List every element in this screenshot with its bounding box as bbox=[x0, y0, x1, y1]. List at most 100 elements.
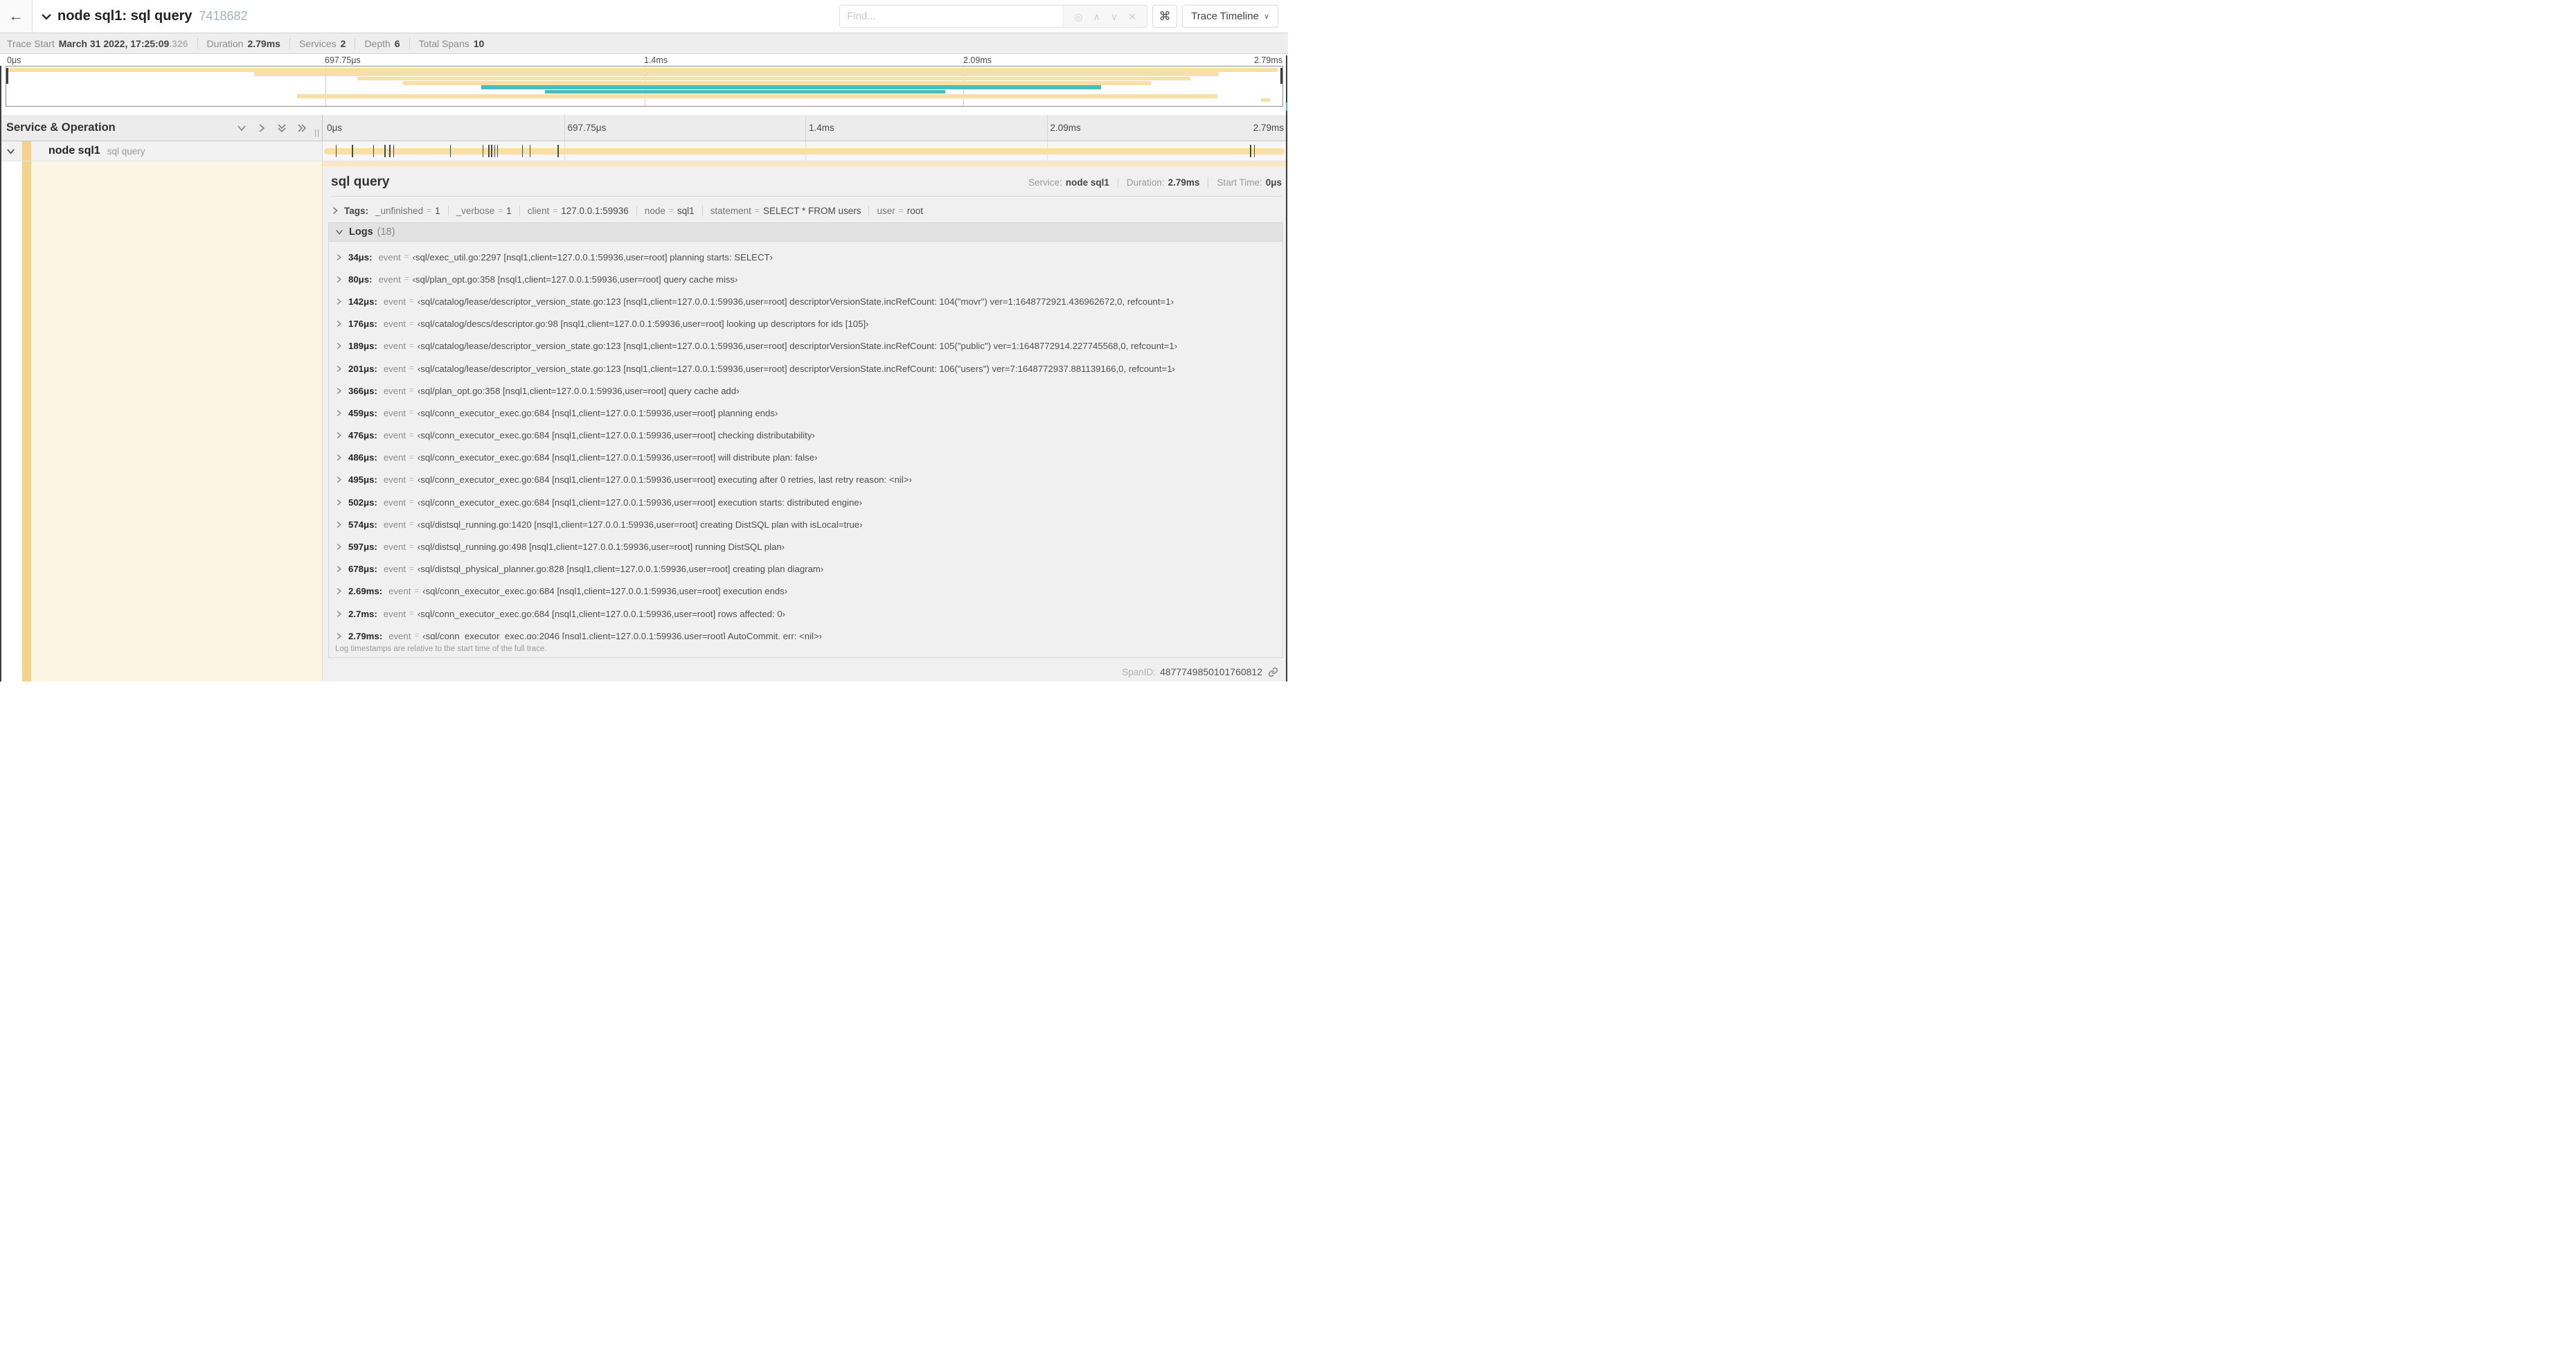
column-resizer-handle[interactable]: || bbox=[314, 127, 320, 137]
log-tick bbox=[393, 145, 395, 157]
log-chevron-right-icon bbox=[335, 298, 343, 305]
collapse-all-icon[interactable] bbox=[277, 123, 287, 133]
tag-item[interactable]: node = sql1 bbox=[636, 205, 695, 216]
timeline-minimap[interactable] bbox=[6, 66, 1283, 107]
log-tick bbox=[449, 145, 451, 157]
timeline-columns-header: Service & Operation || 0μs 697.75μs 1.4m… bbox=[0, 115, 1288, 141]
tag-item[interactable]: statement = SELECT * FROM users bbox=[701, 205, 861, 216]
row-chevron-down-icon[interactable] bbox=[6, 147, 15, 156]
summary-duration: Duration 2.79ms bbox=[197, 37, 280, 49]
minimap-tick-0: 0μs bbox=[7, 55, 21, 65]
locate-icon[interactable]: ◎ bbox=[1074, 12, 1082, 21]
log-entry[interactable]: 495μs: event = ‹sql/conn_executor_exec.go:6… bbox=[335, 469, 1282, 491]
logs-header[interactable]: Logs (18) bbox=[329, 223, 1282, 242]
minimap-span bbox=[357, 76, 1191, 81]
log-entry[interactable]: 574μs: event = ‹sql/distsql_running.go:1420… bbox=[335, 513, 1282, 535]
tag-item[interactable]: client = 127.0.0.1:59936 bbox=[519, 205, 629, 216]
viewport-left-handle[interactable] bbox=[6, 68, 8, 84]
minimap-span bbox=[1260, 98, 1270, 102]
log-entry[interactable]: 459μs: event = ‹sql/conn_executor_exec.go:6… bbox=[335, 402, 1282, 424]
span-row-name-column[interactable]: node sql1 sql query bbox=[0, 141, 323, 161]
log-entry[interactable]: 2.69ms: event = ‹sql/conn_executor_exec.go:… bbox=[335, 580, 1282, 603]
log-chevron-right-icon bbox=[335, 342, 343, 350]
title-chevron-down-icon[interactable] bbox=[41, 11, 52, 22]
log-entry[interactable]: 2.7ms: event = ‹sql/conn_executor_exec.go:6… bbox=[335, 603, 1282, 625]
ruler-tick-2: 1.4ms bbox=[809, 123, 834, 133]
log-tick bbox=[1250, 145, 1251, 157]
log-entry[interactable]: 80μs: event = ‹sql/plan_opt.go:358 [nsql1,c… bbox=[335, 268, 1282, 290]
find-input[interactable] bbox=[840, 6, 1064, 27]
back-button[interactable]: ← bbox=[0, 0, 33, 33]
detail-start-time: Start Time: 0μs bbox=[1208, 177, 1282, 188]
log-chevron-right-icon bbox=[335, 276, 343, 283]
trace-name: node sql1: sql query bbox=[57, 8, 193, 24]
span-color-stripe bbox=[22, 141, 31, 161]
chevron-down-icon: ∨ bbox=[1263, 12, 1269, 21]
detail-duration: Duration: 2.79ms bbox=[1117, 177, 1199, 188]
viewport-right-handle[interactable] bbox=[1280, 68, 1282, 84]
log-tick bbox=[335, 145, 337, 157]
tags-accordion[interactable]: Tags: _unfinished = 1 _verbose = 1 client = 127.… bbox=[331, 202, 1282, 220]
log-chevron-right-icon bbox=[335, 253, 343, 261]
ruler-gridline bbox=[564, 115, 565, 141]
expand-all-icon[interactable] bbox=[297, 123, 307, 133]
minimap-tick-3: 2.09ms bbox=[963, 55, 992, 65]
service-operation-header: Service & Operation bbox=[0, 115, 323, 141]
log-entry[interactable]: 2.79ms: event = ‹sql/conn_executor_exec.go:… bbox=[335, 625, 1282, 639]
view-selector-button[interactable]: Trace Timeline ∨ bbox=[1182, 5, 1278, 28]
span-detail-area: sql query Service: node sql1 Duration: 2.7… bbox=[0, 161, 1288, 682]
log-entry[interactable]: 476μs: event = ‹sql/conn_executor_exec.go:6… bbox=[335, 425, 1282, 447]
log-chevron-right-icon bbox=[335, 365, 343, 373]
minimap-span bbox=[544, 89, 946, 94]
deep-link-icon[interactable] bbox=[1268, 667, 1278, 677]
page-title: node sql1: sql query 7418682 bbox=[57, 0, 248, 33]
summary-depth: Depth 6 bbox=[355, 37, 400, 49]
log-chevron-right-icon bbox=[335, 610, 343, 618]
span-service-name[interactable]: node sql1 bbox=[48, 145, 100, 157]
log-entry[interactable]: 502μs: event = ‹sql/conn_executor_exec.go:6… bbox=[335, 491, 1282, 513]
collapse-one-icon[interactable] bbox=[237, 123, 247, 133]
log-entry[interactable]: 34μs: event = ‹sql/exec_util.go:2297 [nsql1… bbox=[335, 246, 1282, 268]
ruler-gridline bbox=[805, 115, 806, 141]
log-tick bbox=[384, 145, 386, 157]
expand-collapse-controls bbox=[237, 115, 307, 141]
clear-search-icon[interactable]: ✕ bbox=[1128, 12, 1136, 21]
log-entry[interactable]: 176μs: event = ‹sql/catalog/descs/descripto… bbox=[335, 313, 1282, 335]
ruler-tick-4: 2.79ms bbox=[1253, 123, 1284, 133]
log-chevron-right-icon bbox=[335, 632, 343, 639]
logs-title: Logs bbox=[349, 226, 373, 238]
span-operation-name[interactable]: sql query bbox=[107, 146, 145, 157]
logs-footer-note: Log timestamps are relative to the start… bbox=[335, 645, 547, 653]
trace-page-header: ← node sql1: sql query 7418682 ◎ ∧ ∨ ✕ ⌘… bbox=[0, 0, 1288, 33]
span-duration-bar[interactable] bbox=[324, 145, 1285, 157]
log-entry[interactable]: 142μs: event = ‹sql/catalog/lease/descripto… bbox=[335, 290, 1282, 312]
log-chevron-right-icon bbox=[335, 565, 343, 573]
prev-result-icon[interactable]: ∧ bbox=[1093, 12, 1100, 21]
keyboard-shortcuts-button[interactable]: ⌘ bbox=[1152, 5, 1178, 28]
ruler-gridline bbox=[1046, 115, 1048, 141]
detail-span-meta: Service: node sql1 Duration: 2.79ms Start … bbox=[1028, 177, 1282, 188]
minimap-span bbox=[297, 93, 1217, 98]
log-entry[interactable]: 366μs: event = ‹sql/plan_opt.go:358 [nsql1,… bbox=[335, 380, 1282, 402]
left-edge-scrollbar[interactable] bbox=[0, 66, 1, 682]
tag-item[interactable]: _unfinished = 1 bbox=[375, 206, 440, 216]
log-entry[interactable]: 486μs: event = ‹sql/conn_executor_exec.go:6… bbox=[335, 447, 1282, 469]
expand-one-icon[interactable] bbox=[257, 123, 267, 133]
tags-list: _unfinished = 1 _verbose = 1 client = 127.0.0.1:… bbox=[375, 205, 923, 216]
summary-trace-start: Trace Start March 31 2022, 17:25:09.326 bbox=[7, 37, 188, 49]
summary-total-spans: Total Spans 10 bbox=[409, 37, 484, 49]
tag-item[interactable]: _verbose = 1 bbox=[447, 205, 512, 216]
minimap-span bbox=[481, 85, 1102, 89]
log-tick bbox=[373, 145, 375, 157]
service-operation-title: Service & Operation bbox=[6, 121, 116, 134]
right-edge-scrollbar[interactable] bbox=[1286, 55, 1287, 682]
log-entry[interactable]: 678μs: event = ‹sql/distsql_physical_planne… bbox=[335, 558, 1282, 580]
log-entry[interactable]: 189μs: event = ‹sql/catalog/lease/descripto… bbox=[335, 335, 1282, 357]
span-row: node sql1 sql query bbox=[0, 141, 1288, 161]
log-entry[interactable]: 597μs: event = ‹sql/distsql_running.go:498 … bbox=[335, 535, 1282, 558]
log-entry[interactable]: 201μs: event = ‹sql/catalog/lease/descripto… bbox=[335, 357, 1282, 380]
log-chevron-right-icon bbox=[335, 431, 343, 439]
ruler-tick-1: 697.75μs bbox=[567, 123, 607, 133]
next-result-icon[interactable]: ∨ bbox=[1111, 12, 1118, 21]
tag-item[interactable]: user = root bbox=[868, 205, 923, 216]
